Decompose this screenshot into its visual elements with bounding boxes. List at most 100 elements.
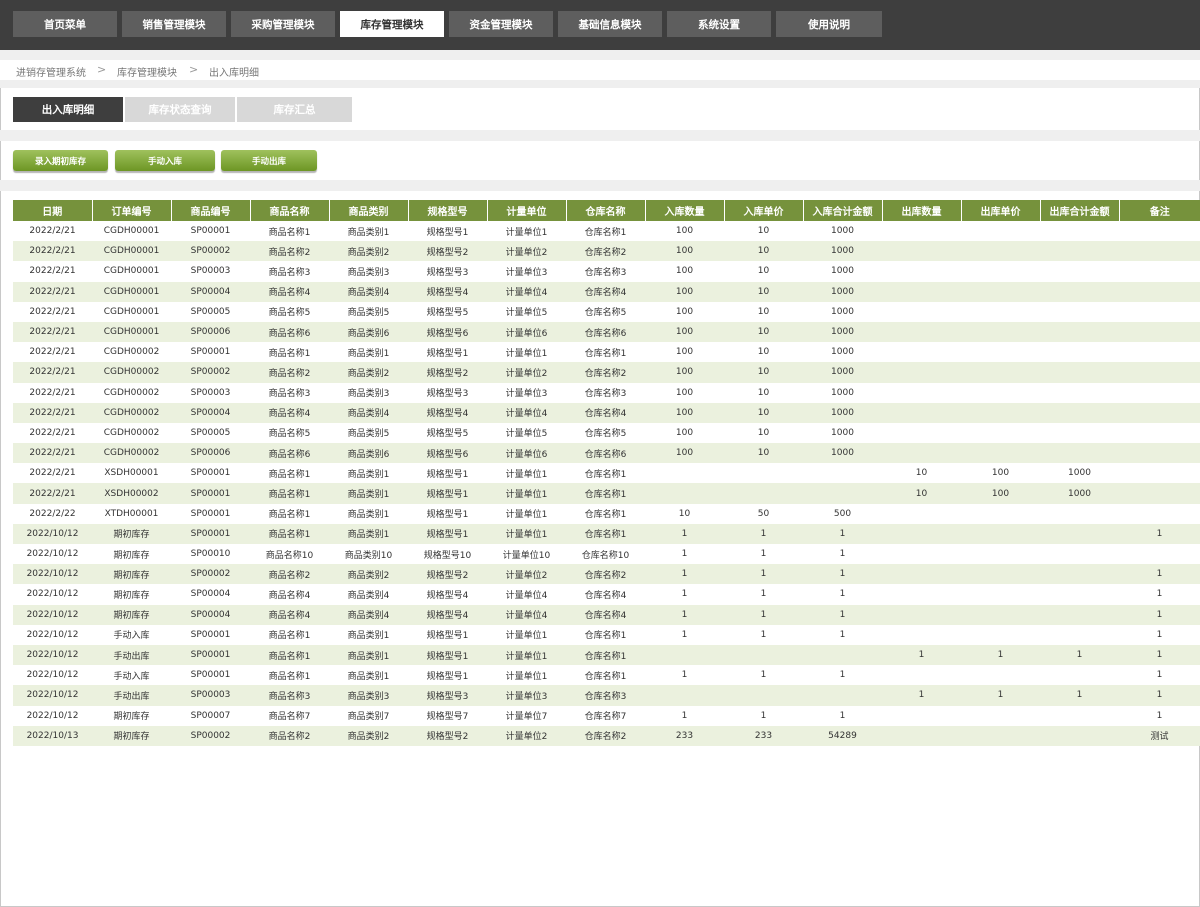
table-row[interactable]: 2022/2/21 CGDH00002 SP00003 商品名称3 商品类别3 规格型号3… (13, 382, 1200, 403)
table-row[interactable]: 2022/2/22 XTDH00001 SP00001 商品名称1 商品类别1 规格型号1… (13, 503, 1200, 524)
column-header[interactable]: 规格型号 (408, 200, 488, 221)
table-row[interactable]: 2022/10/12 期初库存 SP00004 商品名称4 商品类别4 规格型号4 计量单位… (13, 584, 1200, 605)
nav-tab-basic-info[interactable]: 基础信息模块 (558, 11, 662, 37)
table-cell: 1 (1119, 705, 1200, 726)
table-cell: 商品名称1 (250, 624, 329, 645)
table-cell: 100 (645, 362, 724, 383)
table-cell: 1 (724, 604, 803, 625)
table-cell: CGDH00001 (92, 241, 171, 262)
column-header[interactable]: 出库合计金额 (1040, 200, 1120, 221)
table-row[interactable]: 2022/10/13 期初库存 SP00002 商品名称2 商品类别2 规格型号2 计量单位… (13, 725, 1200, 746)
table-cell: 计量单位4 (487, 281, 566, 302)
column-header[interactable]: 入库数量 (645, 200, 725, 221)
table-row[interactable]: 2022/10/12 手动入库 SP00001 商品名称1 商品类别1 规格型号1 计量单位… (13, 665, 1200, 686)
enter-opening-stock-button[interactable]: 录入期初库存 (13, 150, 108, 171)
subtab-stock-summary[interactable]: 库存汇总 (237, 97, 352, 122)
table-cell: 2022/2/21 (13, 321, 92, 343)
subtab-stock-status[interactable]: 库存状态查询 (125, 97, 235, 122)
table-row[interactable]: 2022/10/12 期初库存 SP00004 商品名称4 商品类别4 规格型号4 计量单位… (13, 604, 1200, 625)
table-row[interactable]: 2022/10/12 手动出库 SP00001 商品名称1 商品类别1 规格型号1 计量单位… (13, 644, 1200, 666)
table-row[interactable]: 2022/10/12 期初库存 SP00001 商品名称1 商品类别1 规格型号1 计量单位… (13, 523, 1200, 544)
column-header[interactable]: 出库单价 (961, 200, 1041, 221)
table-cell (1119, 483, 1200, 504)
table-cell: 1 (803, 665, 882, 686)
column-header[interactable]: 商品类别 (329, 200, 409, 221)
table-cell: 商品名称3 (250, 261, 329, 282)
table-row[interactable]: 2022/2/21 CGDH00002 SP00002 商品名称2 商品类别2 规格型号2… (13, 362, 1200, 383)
nav-tab-sales[interactable]: 销售管理模块 (122, 11, 226, 37)
breadcrumb-item-module[interactable]: 库存管理模块 (117, 64, 177, 79)
nav-tab-home[interactable]: 首页菜单 (13, 11, 117, 37)
table-row[interactable]: 2022/2/21 CGDH00002 SP00004 商品名称4 商品类别4 规格型号4… (13, 402, 1200, 423)
table-row[interactable]: 2022/10/12 期初库存 SP00007 商品名称7 商品类别7 规格型号7 计量单位… (13, 705, 1200, 726)
table-cell: XTDH00001 (92, 503, 171, 524)
column-header[interactable]: 订单编号 (92, 200, 172, 221)
nav-tab-inventory[interactable]: 库存管理模块 (340, 11, 444, 37)
table-cell: 1000 (1040, 463, 1119, 484)
table-cell: SP00002 (171, 564, 250, 585)
table-row[interactable]: 2022/2/21 CGDH00001 SP00005 商品名称5 商品类别5 规格型号5… (13, 301, 1200, 322)
table-cell: 10 (724, 402, 803, 423)
table-cell (961, 705, 1040, 726)
column-header[interactable]: 商品名称 (250, 200, 330, 221)
table-row[interactable]: 2022/2/21 XSDH00002 SP00001 商品名称1 商品类别1 规格型号1… (13, 483, 1200, 504)
table-cell: 2022/10/12 (13, 644, 92, 666)
table-cell: 10 (724, 221, 803, 242)
table-cell: 2022/2/21 (13, 443, 92, 464)
table-row[interactable]: 2022/2/21 CGDH00001 SP00003 商品名称3 商品类别3 规格型号3… (13, 261, 1200, 282)
table-row[interactable]: 2022/2/21 CGDH00002 SP00006 商品名称6 商品类别6 规格型号6… (13, 443, 1200, 464)
table-cell: 1 (645, 564, 724, 585)
table-row[interactable]: 2022/10/12 期初库存 SP00002 商品名称2 商品类别2 规格型号2 计量单位… (13, 564, 1200, 585)
breadcrumb-item-system[interactable]: 进销存管理系统 (16, 64, 86, 79)
table-row[interactable]: 2022/2/21 CGDH00001 SP00002 商品名称2 商品类别2 规格型号2… (13, 241, 1200, 262)
table-cell: 仓库名称4 (566, 281, 645, 302)
table-row[interactable]: 2022/2/21 CGDH00001 SP00004 商品名称4 商品类别4 规格型号4… (13, 281, 1200, 302)
table-cell: 规格型号4 (408, 584, 487, 605)
table-cell: SP00004 (171, 584, 250, 605)
column-header[interactable]: 入库合计金额 (803, 200, 883, 221)
column-header[interactable]: 备注 (1119, 200, 1200, 221)
column-header[interactable]: 计量单位 (487, 200, 567, 221)
table-row[interactable]: 2022/10/12 手动出库 SP00003 商品名称3 商品类别3 规格型号3 计量单位… (13, 685, 1200, 706)
column-header[interactable]: 出库数量 (882, 200, 962, 221)
table-cell: 1 (645, 584, 724, 605)
table-cell (882, 665, 961, 686)
table-cell: SP00006 (171, 443, 250, 464)
subtab-inout-detail[interactable]: 出入库明细 (13, 97, 123, 122)
nav-tab-help[interactable]: 使用说明 (776, 11, 882, 37)
table-cell (1040, 503, 1119, 524)
nav-tab-purchase[interactable]: 采购管理模块 (231, 11, 335, 37)
table-row[interactable]: 2022/2/21 CGDH00002 SP00001 商品名称1 商品类别1 规格型号1… (13, 342, 1200, 363)
column-header[interactable]: 日期 (13, 200, 93, 221)
table-row[interactable]: 2022/2/21 CGDH00001 SP00006 商品名称6 商品类别6 规格型号6… (13, 321, 1200, 343)
table-cell: SP00001 (171, 665, 250, 686)
table-row[interactable]: 2022/10/12 期初库存 SP00010 商品名称10 商品类别10 规格型号10 计… (13, 544, 1200, 565)
table-cell: 规格型号10 (408, 544, 487, 565)
table-cell: 商品名称1 (250, 221, 329, 242)
table-cell: 计量单位2 (487, 725, 566, 746)
nav-tab-funds[interactable]: 资金管理模块 (449, 11, 553, 37)
column-header[interactable]: 入库单价 (724, 200, 804, 221)
manual-stock-out-button[interactable]: 手动出库 (221, 150, 317, 171)
nav-tab-settings[interactable]: 系统设置 (667, 11, 771, 37)
table-cell: 商品名称4 (250, 584, 329, 605)
table-cell (803, 685, 882, 706)
table-row[interactable]: 2022/2/21 XSDH00001 SP00001 商品名称1 商品类别1 规格型号1… (13, 463, 1200, 484)
table-cell: 规格型号1 (408, 342, 487, 363)
table-cell (882, 503, 961, 524)
table-cell: 仓库名称1 (566, 665, 645, 686)
table-cell: 仓库名称1 (566, 463, 645, 484)
table-cell: 2022/2/21 (13, 422, 92, 444)
table-cell: 规格型号4 (408, 604, 487, 625)
table-cell: SP00001 (171, 342, 250, 363)
column-header[interactable]: 商品编号 (171, 200, 251, 221)
table-cell: 仓库名称4 (566, 584, 645, 605)
table-row[interactable]: 2022/10/12 手动入库 SP00001 商品名称1 商品类别1 规格型号1 计量单位… (13, 624, 1200, 645)
table-cell: 计量单位4 (487, 584, 566, 605)
table-cell: 500 (803, 503, 882, 524)
table-cell: 计量单位1 (487, 644, 566, 666)
table-row[interactable]: 2022/2/21 CGDH00001 SP00001 商品名称1 商品类别1 规格型号1… (13, 221, 1200, 242)
manual-stock-in-button[interactable]: 手动入库 (115, 150, 215, 171)
table-row[interactable]: 2022/2/21 CGDH00002 SP00005 商品名称5 商品类别5 规格型号5… (13, 422, 1200, 444)
column-header[interactable]: 仓库名称 (566, 200, 646, 221)
